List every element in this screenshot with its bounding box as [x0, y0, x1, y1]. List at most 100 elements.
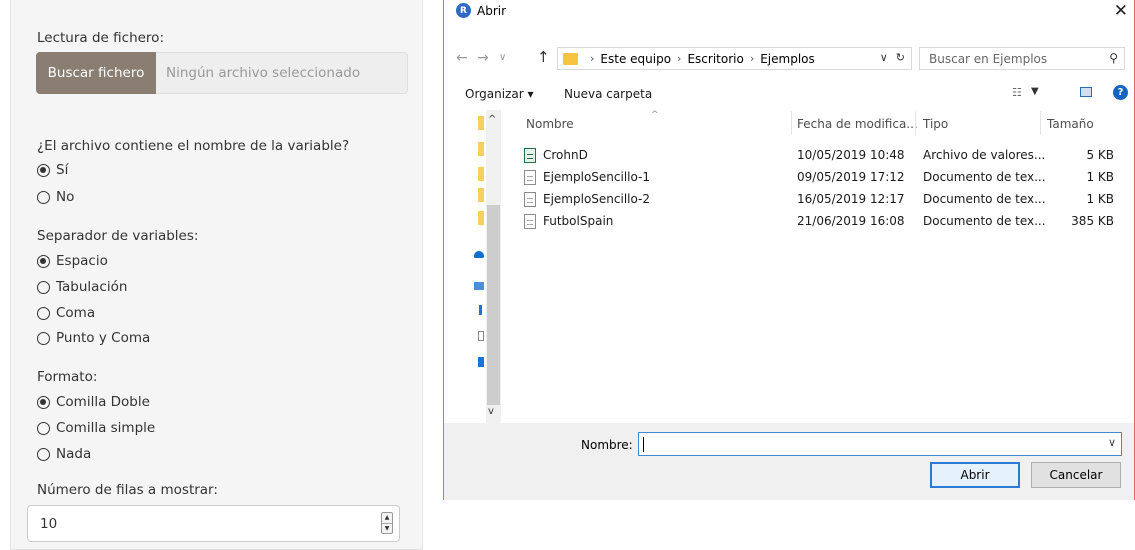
- address-row: ← → ∨ ↑ › Este equipo › Escritorio › Eje…: [444, 44, 1134, 74]
- breadcrumb-item[interactable]: Escritorio: [687, 52, 743, 66]
- input-panel: Lectura de fichero: Buscar fichero Ningú…: [10, 0, 423, 550]
- documents-icon[interactable]: [478, 331, 484, 341]
- refresh-icon[interactable]: ↻: [896, 51, 905, 64]
- navigation-pane: ^ v: [444, 110, 504, 423]
- forward-arrow-icon[interactable]: →: [477, 50, 489, 66]
- organize-menu[interactable]: Organizar ▾: [465, 87, 534, 101]
- file-size: 1 KB: [1086, 192, 1114, 206]
- address-bar[interactable]: › Este equipo › Escritorio › Ejemplos ∨ …: [557, 47, 912, 70]
- column-header-date[interactable]: Fecha de modifica...: [797, 117, 918, 131]
- open-button[interactable]: Abrir: [930, 462, 1020, 488]
- downloads-icon[interactable]: [479, 305, 482, 315]
- this-pc-icon[interactable]: [474, 282, 484, 290]
- csv-file-icon: [524, 148, 536, 163]
- breadcrumb-item[interactable]: Este equipo: [600, 52, 671, 66]
- dialog-titlebar[interactable]: R Abrir ✕: [444, 0, 1134, 24]
- column-divider[interactable]: [1040, 111, 1041, 135]
- breadcrumb-item[interactable]: Ejemplos: [760, 52, 815, 66]
- file-name: FutbolSpain: [543, 214, 614, 228]
- file-size: 1 KB: [1086, 170, 1114, 184]
- radio-unselected-icon: [37, 190, 50, 204]
- file-name-display: Ningún archivo seleccionado: [156, 52, 408, 94]
- up-arrow-icon[interactable]: ↑: [537, 48, 550, 66]
- column-header-size[interactable]: Tamaño: [1047, 117, 1094, 131]
- preview-pane-icon[interactable]: [1080, 87, 1092, 97]
- breadcrumb-separator-icon: ›: [590, 52, 595, 65]
- file-row[interactable]: CrohnD 10/05/2019 10:48 Archivo de valor…: [524, 145, 1124, 167]
- spinner-up-icon[interactable]: ▲: [382, 513, 392, 523]
- nav-folder-icon[interactable]: [478, 116, 484, 130]
- radio-separator-punto-y-coma[interactable]: Punto y Coma: [37, 330, 150, 346]
- nav-folder-icon[interactable]: [478, 188, 484, 202]
- column-header-name[interactable]: Nombre: [526, 117, 574, 131]
- folder-icon: [563, 52, 578, 65]
- new-folder-button[interactable]: Nueva carpeta: [564, 87, 652, 101]
- column-divider[interactable]: [791, 111, 792, 135]
- dialog-toolbar: Organizar ▾ Nueva carpeta ☷ ▼ ?: [444, 82, 1134, 106]
- nav-folder-icon[interactable]: [478, 211, 484, 225]
- file-type: Documento de tex...: [923, 192, 1046, 206]
- close-icon[interactable]: ✕: [1114, 1, 1128, 21]
- file-date: 10/05/2019 10:48: [797, 148, 905, 162]
- nav-folder-icon[interactable]: [478, 167, 484, 181]
- radio-separator-espacio[interactable]: Espacio: [37, 253, 108, 269]
- number-spinner[interactable]: ▲ ▼: [381, 512, 393, 534]
- address-dropdown-icon[interactable]: ∨: [880, 51, 888, 64]
- text-file-icon: [524, 214, 536, 229]
- file-name: EjemploSencillo-2: [543, 192, 651, 206]
- scroll-up-icon[interactable]: ^: [488, 114, 496, 125]
- file-row[interactable]: FutbolSpain 21/06/2019 16:08 Documento d…: [524, 211, 1124, 233]
- nav-folder-icon[interactable]: [478, 142, 484, 156]
- radio-label: Tabulación: [56, 279, 128, 295]
- browse-file-button[interactable]: Buscar fichero: [36, 52, 156, 94]
- breadcrumb-separator-icon: ›: [677, 52, 682, 65]
- radio-format-comilla-doble[interactable]: Comilla Doble: [37, 394, 150, 410]
- file-row[interactable]: EjemploSencillo-2 16/05/2019 12:17 Docum…: [524, 189, 1124, 211]
- radio-format-nada[interactable]: Nada: [37, 446, 91, 462]
- radio-separator-coma[interactable]: Coma: [37, 305, 95, 321]
- help-icon[interactable]: ?: [1113, 85, 1128, 100]
- open-file-dialog: R Abrir ✕ ← → ∨ ↑ › Este equipo › Escrit…: [443, 0, 1135, 500]
- view-options-icon[interactable]: ☷: [1012, 86, 1022, 99]
- view-dropdown-icon[interactable]: ▼: [1031, 86, 1039, 97]
- search-icon[interactable]: ⚲: [1109, 51, 1118, 65]
- radio-format-comilla-simple[interactable]: Comilla simple: [37, 420, 155, 436]
- radio-separator-tabulacion[interactable]: Tabulación: [37, 279, 127, 295]
- cancel-button[interactable]: Cancelar: [1031, 462, 1121, 488]
- file-size: 385 KB: [1071, 214, 1114, 228]
- radio-label: No: [56, 189, 75, 205]
- radio-unselected-icon: [37, 331, 50, 345]
- onedrive-icon[interactable]: [474, 251, 484, 258]
- filename-dropdown-icon[interactable]: ∨: [1108, 436, 1116, 449]
- radio-unselected-icon: [37, 306, 50, 320]
- file-input[interactable]: Buscar fichero Ningún archivo selecciona…: [36, 52, 408, 94]
- search-input[interactable]: Buscar en Ejemplos ⚲: [919, 47, 1125, 70]
- file-date: 09/05/2019 17:12: [797, 170, 905, 184]
- spinner-down-icon[interactable]: ▼: [382, 523, 392, 534]
- recent-chevron-icon[interactable]: ∨: [499, 52, 506, 63]
- back-arrow-icon[interactable]: ←: [456, 50, 468, 66]
- radio-label: Espacio: [56, 253, 108, 269]
- file-type: Archivo de valores...: [923, 148, 1046, 162]
- column-divider[interactable]: [915, 111, 916, 135]
- file-input-label: Lectura de fichero:: [37, 30, 164, 46]
- r-app-icon: R: [456, 3, 471, 18]
- radio-label: Punto y Coma: [56, 330, 151, 346]
- rows-value: 10: [40, 515, 58, 532]
- radio-selected-icon: [37, 163, 50, 177]
- radio-header-no[interactable]: No: [37, 189, 74, 205]
- nav-scrollbar-thumb[interactable]: [487, 205, 500, 405]
- rows-number-input[interactable]: 10 ▲ ▼: [27, 505, 400, 542]
- radio-selected-icon: [37, 395, 50, 409]
- text-file-icon: [524, 192, 536, 207]
- radio-header-si[interactable]: Sí: [37, 162, 68, 178]
- file-date: 16/05/2019 12:17: [797, 192, 905, 206]
- format-label: Formato:: [37, 369, 98, 385]
- desktop-icon[interactable]: [478, 357, 484, 367]
- radio-label: Sí: [56, 162, 69, 178]
- filename-input[interactable]: ∨: [638, 432, 1122, 456]
- dialog-title: Abrir: [477, 4, 507, 18]
- file-row[interactable]: EjemploSencillo-1 09/05/2019 17:12 Docum…: [524, 167, 1124, 189]
- column-header-type[interactable]: Tipo: [923, 117, 948, 131]
- scroll-down-icon[interactable]: v: [488, 406, 494, 417]
